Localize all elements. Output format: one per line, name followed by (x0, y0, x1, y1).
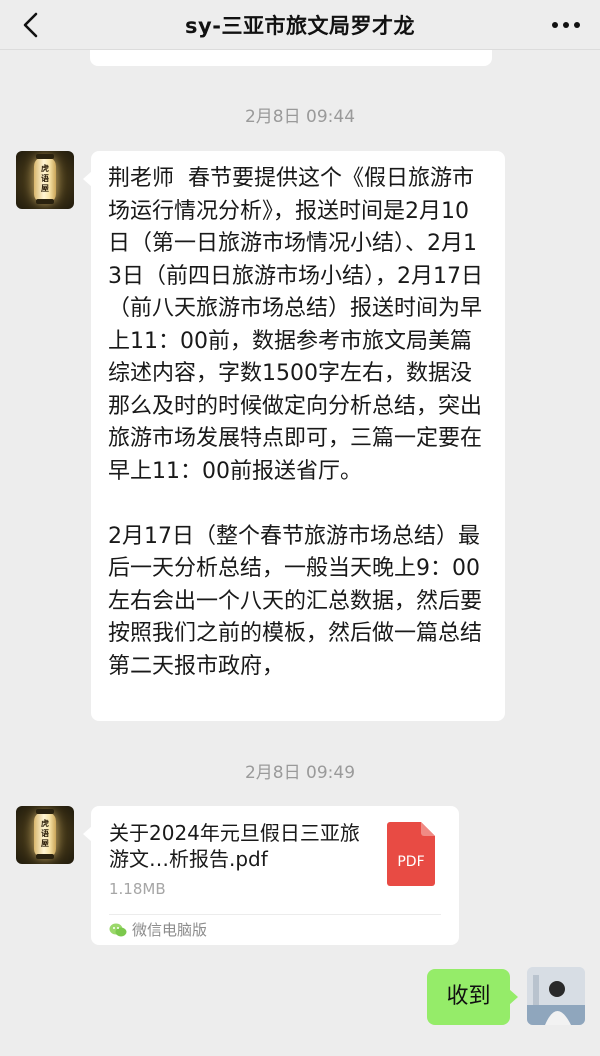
contact-avatar[interactable]: 虎语屋 (16, 151, 74, 209)
file-message-bubble[interactable]: 关于2024年元旦假日三亚旅游文…析报告.pdf 1.18MB PDF 微信电脑… (83, 806, 459, 945)
message-timestamp: 2月8日 09:49 (244, 763, 356, 783)
more-button[interactable] (546, 8, 586, 42)
pdf-badge-label: PDF (397, 854, 424, 870)
person-photo (527, 967, 585, 1025)
chat-header: sy-三亚市旅文局罗才龙 (0, 0, 600, 50)
previous-message-bubble (90, 50, 492, 66)
file-name: 关于2024年元旦假日三亚旅游文…析报告.pdf (109, 821, 360, 871)
lantern-cap (36, 199, 54, 204)
pdf-file-icon: PDF (387, 822, 435, 886)
contact-avatar[interactable]: 虎语屋 (16, 806, 74, 864)
lantern-label: 虎语屋 (41, 819, 49, 848)
reply-bubble[interactable]: 收到 (427, 969, 518, 1025)
lantern-label: 虎语屋 (41, 164, 49, 193)
file-source: 微信电脑版 (109, 919, 207, 940)
message-text: 荆老师 春节要提供这个《假日旅游市场运行情况分析》，报送时间是2月10日（第一日… (108, 166, 483, 679)
my-avatar[interactable] (527, 967, 585, 1025)
reply-text: 收到 (446, 984, 491, 1009)
back-button[interactable] (14, 8, 48, 42)
wechat-icon (109, 923, 127, 936)
chevron-left-icon (23, 12, 38, 38)
message-timestamp: 2月8日 09:44 (244, 107, 356, 127)
message-bubble[interactable]: 荆老师 春节要提供这个《假日旅游市场运行情况分析》，报送时间是2月10日（第一日… (83, 151, 505, 721)
more-dots-icon (552, 22, 580, 28)
divider (109, 914, 441, 915)
file-source-label: 微信电脑版 (132, 921, 208, 939)
chat-title: sy-三亚市旅文局罗才龙 (185, 13, 415, 38)
lantern-cap (36, 154, 54, 159)
lantern-cap (36, 854, 54, 859)
file-size: 1.18MB (109, 880, 166, 898)
lantern-cap (36, 809, 54, 814)
